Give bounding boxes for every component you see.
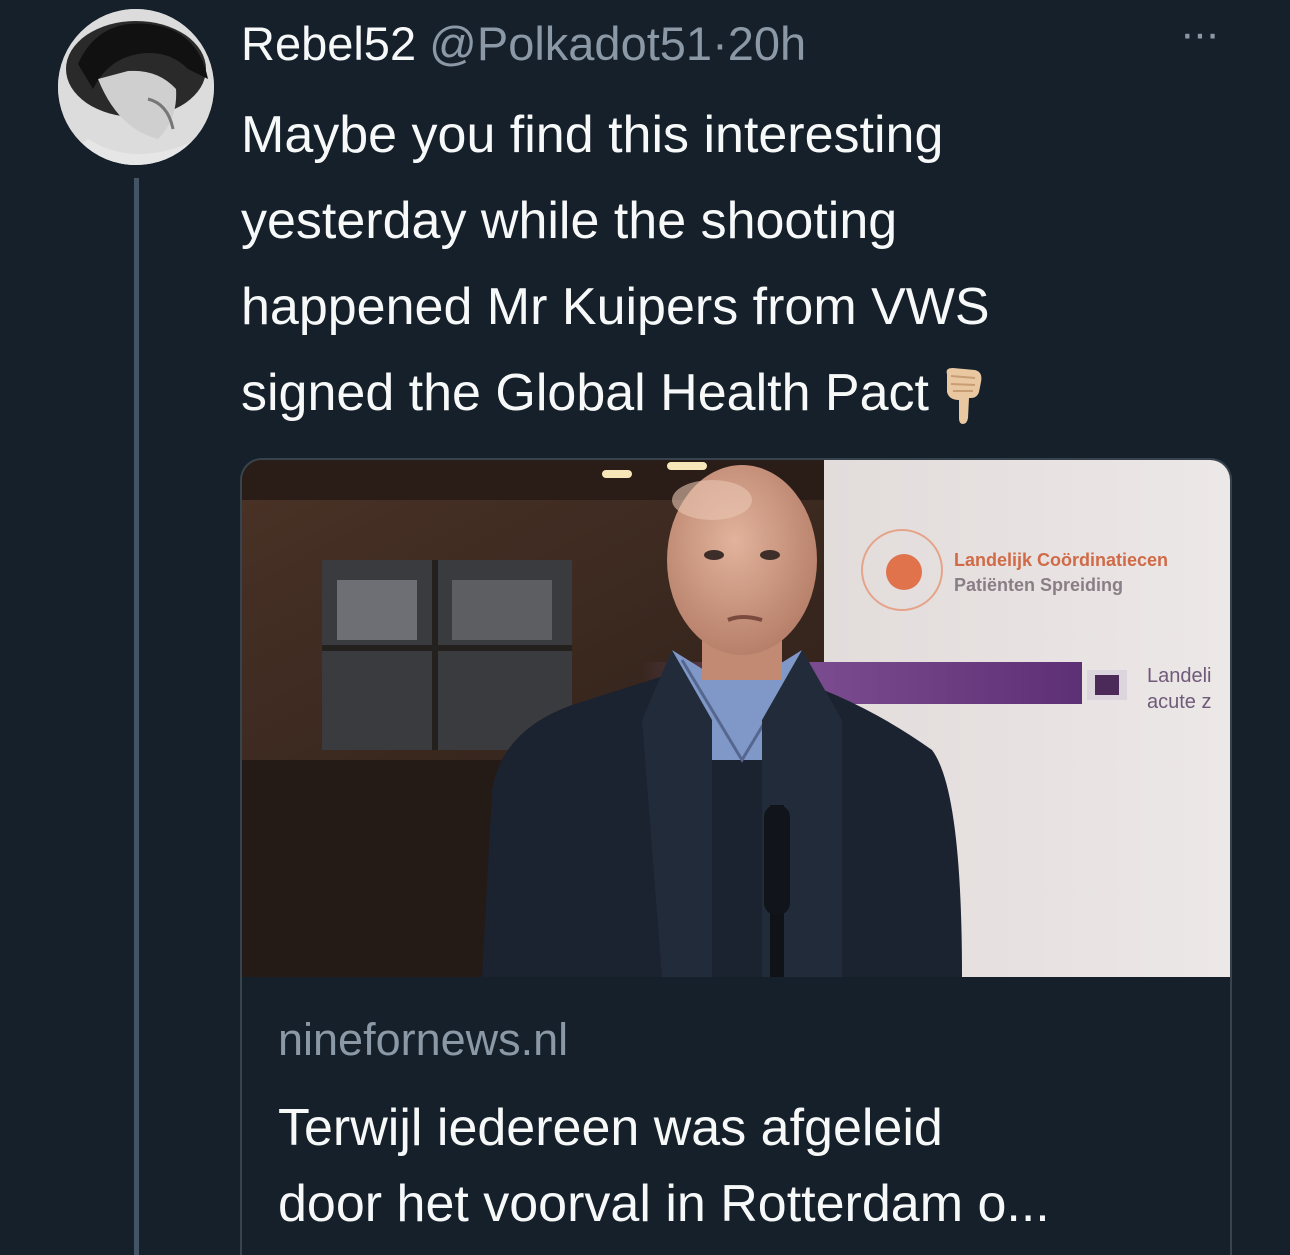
avatar-photo	[58, 9, 214, 165]
card-title-line: door het voorval in Rotterdam o...	[278, 1175, 1050, 1233]
tweet-header: Rebel52 @Polkadot51·20h	[241, 14, 806, 74]
thread-line	[134, 178, 139, 1255]
handle[interactable]: @Polkadot51	[429, 17, 712, 70]
tweet-text-line: yesterday while the shooting	[241, 192, 898, 250]
tweet[interactable]: Rebel52 @Polkadot51·20h ··· Maybe you fi…	[0, 0, 1290, 1255]
sign-line-3: Landeli	[1147, 665, 1212, 687]
tweet-text: Maybe you find this interesting yesterda…	[241, 92, 1201, 436]
separator-dot: ·	[712, 17, 728, 70]
avatar[interactable]	[58, 9, 214, 165]
tweet-text-line-content: signed the Global Health Pact	[241, 364, 929, 422]
card-domain[interactable]: ninefornews.nl	[278, 1012, 568, 1068]
tweet-text-line: Maybe you find this interesting	[241, 106, 944, 164]
timestamp[interactable]: 20h	[728, 17, 806, 70]
pointing-down-emoji-icon	[946, 368, 982, 425]
card-title[interactable]: Terwijl iedereen was afgeleid door het v…	[278, 1090, 1208, 1242]
sign-line-2: Patiënten Spreiding	[954, 575, 1123, 595]
sign-line-1: Landelijk Coördinatiecen	[954, 550, 1168, 570]
display-name[interactable]: Rebel52	[241, 17, 416, 70]
card-image[interactable]: Landelijk Coördinatiecen Patiënten Sprei…	[242, 460, 1230, 977]
tweet-text-line: happened Mr Kuipers from VWS	[241, 278, 990, 336]
more-options-icon[interactable]: ···	[1180, 12, 1220, 56]
tweet-text-line: signed the Global Health Pact	[241, 350, 1201, 436]
card-photo: Landelijk Coördinatiecen Patiënten Sprei…	[242, 460, 1230, 977]
link-preview-card[interactable]: Landelijk Coördinatiecen Patiënten Sprei…	[240, 458, 1232, 1255]
sign-line-4: acute z	[1147, 691, 1211, 713]
card-title-line: Terwijl iedereen was afgeleid	[278, 1099, 943, 1157]
